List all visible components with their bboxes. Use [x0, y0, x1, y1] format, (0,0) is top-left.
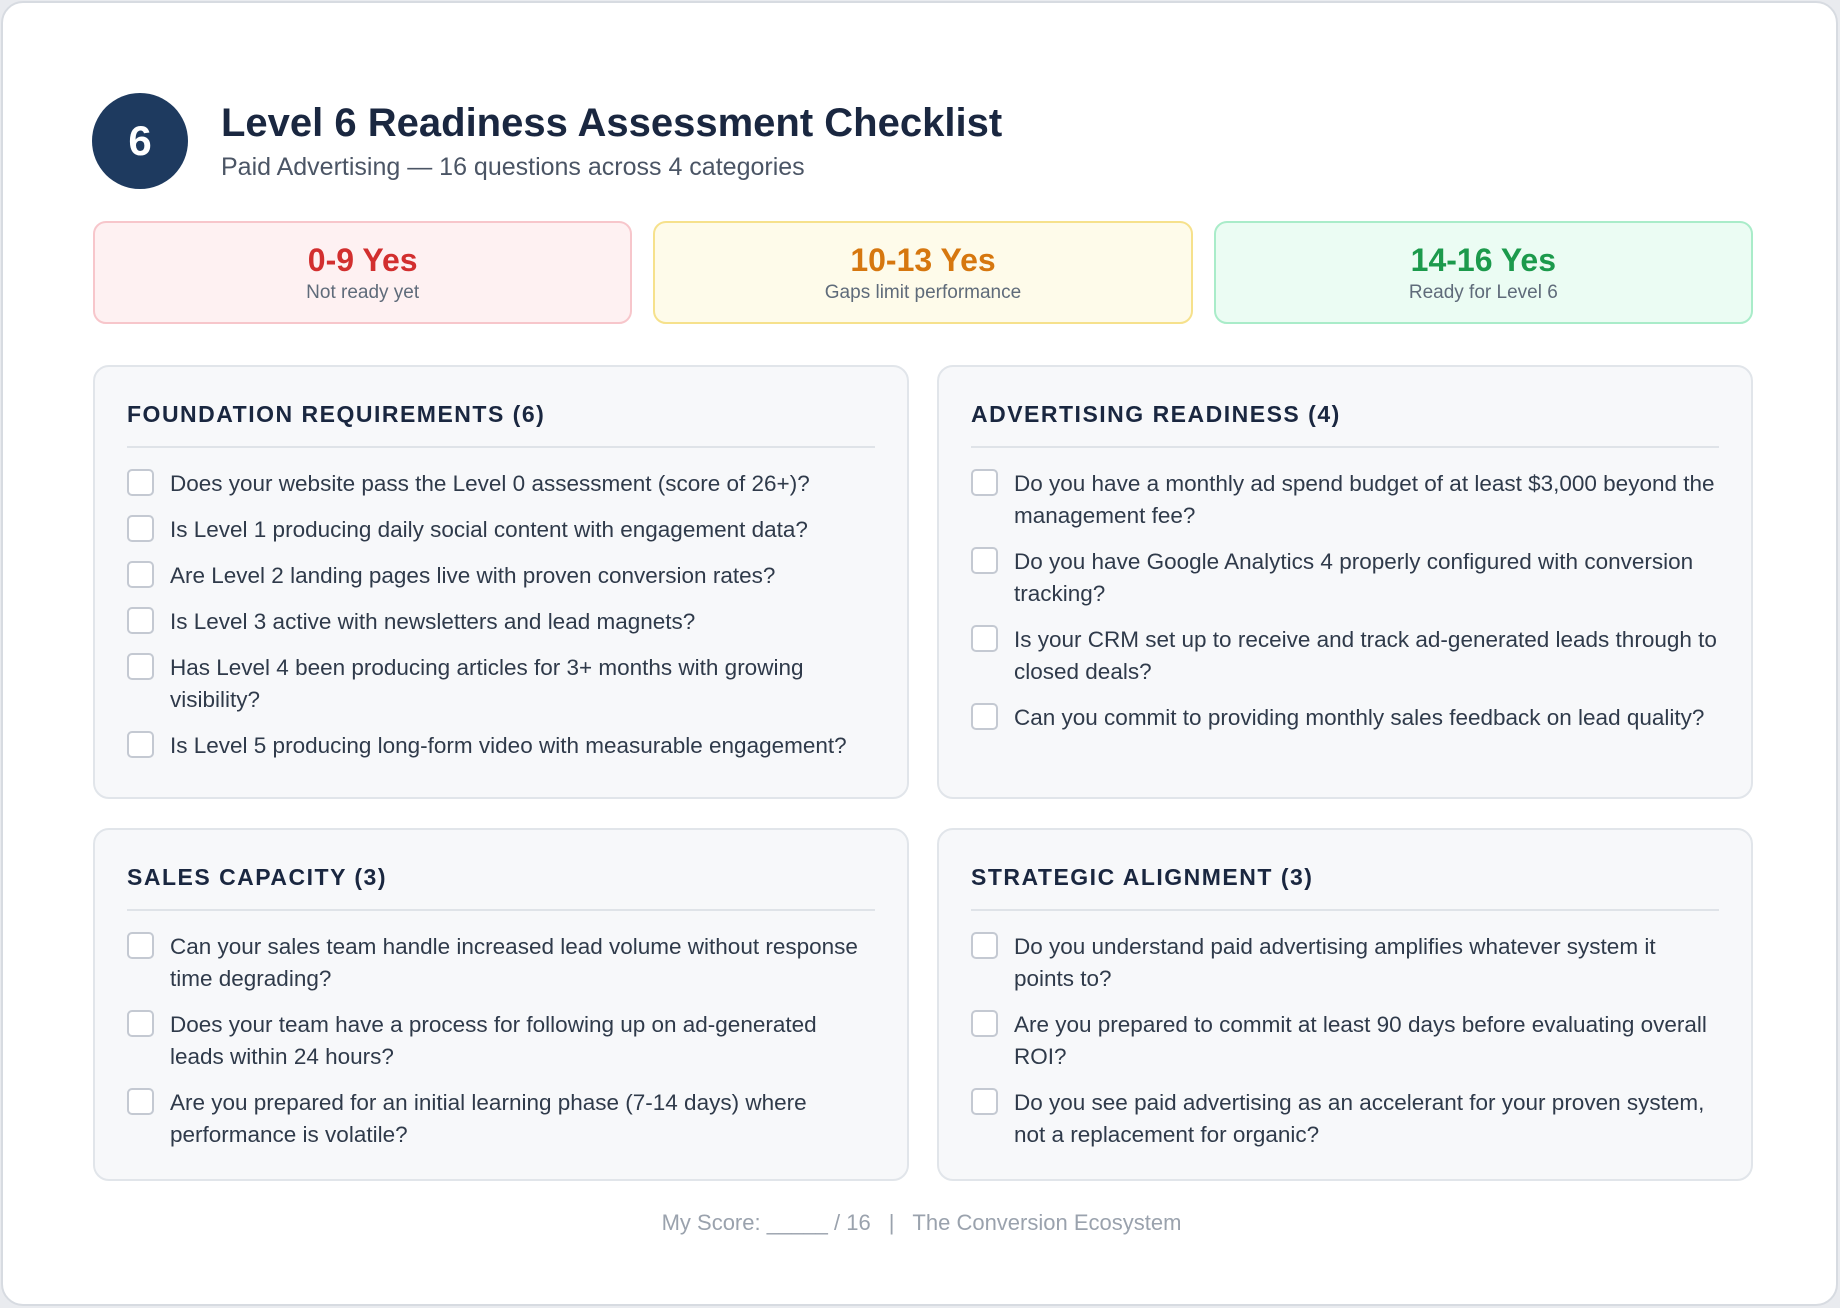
checkbox[interactable] [127, 1088, 154, 1115]
question-item: Can you commit to providing monthly sale… [971, 702, 1719, 734]
question-item: Is Level 5 producing long-form video wit… [127, 730, 875, 762]
question-list: Do you have a monthly ad spend budget of… [971, 468, 1719, 734]
question-item: Is Level 3 active with newsletters and l… [127, 606, 875, 638]
band-range: 10-13 Yes [850, 241, 996, 278]
checkbox[interactable] [971, 703, 998, 730]
question-text: Are you prepared for an initial learning… [170, 1090, 807, 1147]
band-range: 0-9 Yes [307, 241, 418, 278]
brand-name: The Conversion Ecosystem [912, 1210, 1182, 1235]
question-text: Do you see paid advertising as an accele… [1014, 1090, 1705, 1147]
checkbox[interactable] [127, 1010, 154, 1037]
footer-separator: | [888, 1210, 895, 1235]
checkbox[interactable] [127, 515, 154, 542]
header-titles: Level 6 Readiness Assessment Checklist P… [221, 100, 1002, 182]
question-item: Do you have Google Analytics 4 properly … [971, 546, 1719, 610]
question-text: Can your sales team handle increased lea… [170, 934, 858, 991]
question-item: Has Level 4 been producing articles for … [127, 652, 875, 716]
checkbox[interactable] [127, 653, 154, 680]
checkbox[interactable] [971, 469, 998, 496]
question-item: Is Level 1 producing daily social conten… [127, 514, 875, 546]
question-text: Is your CRM set up to receive and track … [1014, 627, 1717, 684]
question-text: Do you have Google Analytics 4 properly … [1014, 549, 1694, 606]
page-subtitle: Paid Advertising — 16 questions across 4… [221, 153, 805, 181]
question-item: Are you prepared to commit at least 90 d… [971, 1009, 1719, 1073]
checkbox[interactable] [127, 561, 154, 588]
question-text: Are you prepared to commit at least 90 d… [1014, 1012, 1707, 1069]
score-band-ready: 14-16 Yes Ready for Level 6 [1213, 221, 1753, 324]
checkbox[interactable] [127, 607, 154, 634]
question-item: Does your website pass the Level 0 asses… [127, 468, 875, 500]
question-item: Are you prepared for an initial learning… [127, 1087, 875, 1151]
band-description: Not ready yet [306, 281, 420, 303]
checkbox[interactable] [127, 932, 154, 959]
score-bands: 0-9 Yes Not ready yet 10-13 Yes Gaps lim… [93, 221, 1753, 324]
question-text: Are Level 2 landing pages live with prov… [170, 563, 776, 588]
category-advertising-readiness: ADVERTISING READINESS (4) Do you have a … [937, 365, 1753, 799]
checkbox[interactable] [971, 1010, 998, 1037]
checklist-page: 6 Level 6 Readiness Assessment Checklist… [1, 1, 1838, 1306]
category-title: SALES CAPACITY (3) [127, 862, 875, 911]
question-item: Do you understand paid advertising ampli… [971, 931, 1719, 995]
question-text: Is Level 3 active with newsletters and l… [170, 609, 696, 634]
question-text: Do you understand paid advertising ampli… [1014, 934, 1656, 991]
checkbox[interactable] [971, 547, 998, 574]
question-text: Can you commit to providing monthly sale… [1014, 705, 1705, 730]
question-text: Does your website pass the Level 0 asses… [170, 471, 810, 496]
question-text: Is Level 5 producing long-form video wit… [170, 733, 847, 758]
question-text: Does your team have a process for follow… [170, 1012, 817, 1069]
question-list: Do you understand paid advertising ampli… [971, 931, 1719, 1151]
score-band-gaps: 10-13 Yes Gaps limit performance [653, 221, 1193, 324]
question-text: Do you have a monthly ad spend budget of… [1014, 471, 1715, 528]
question-text: Has Level 4 been producing articles for … [170, 655, 804, 712]
score-band-not-ready: 0-9 Yes Not ready yet [93, 221, 633, 324]
score-line: My Score: _____ / 16 [661, 1210, 871, 1235]
category-title: STRATEGIC ALIGNMENT (3) [971, 862, 1719, 911]
category-sales-capacity: SALES CAPACITY (3) Can your sales team h… [93, 828, 909, 1181]
checkbox[interactable] [971, 625, 998, 652]
question-item: Do you have a monthly ad spend budget of… [971, 468, 1719, 532]
question-list: Can your sales team handle increased lea… [127, 931, 875, 1151]
band-description: Ready for Level 6 [1408, 281, 1558, 303]
question-item: Do you see paid advertising as an accele… [971, 1087, 1719, 1151]
checkbox[interactable] [971, 1088, 998, 1115]
question-list: Does your website pass the Level 0 asses… [127, 468, 875, 762]
category-title: FOUNDATION REQUIREMENTS (6) [127, 399, 875, 448]
question-item: Are Level 2 landing pages live with prov… [127, 560, 875, 592]
question-text: Is Level 1 producing daily social conten… [170, 517, 808, 542]
question-item: Is your CRM set up to receive and track … [971, 624, 1719, 688]
footer: My Score: _____ / 16 | The Conversion Ecos… [3, 1208, 1840, 1238]
question-item: Does your team have a process for follow… [127, 1009, 875, 1073]
checkbox[interactable] [971, 932, 998, 959]
level-badge: 6 [92, 93, 188, 189]
category-title: ADVERTISING READINESS (4) [971, 399, 1719, 448]
category-foundation-requirements: FOUNDATION REQUIREMENTS (6) Does your we… [93, 365, 909, 799]
band-description: Gaps limit performance [824, 281, 1022, 303]
question-item: Can your sales team handle increased lea… [127, 931, 875, 995]
page-title: Level 6 Readiness Assessment Checklist [221, 101, 1003, 145]
checkbox[interactable] [127, 731, 154, 758]
checkbox[interactable] [127, 469, 154, 496]
header: 6 Level 6 Readiness Assessment Checklist… [92, 92, 1002, 190]
band-range: 14-16 Yes [1410, 241, 1556, 278]
category-strategic-alignment: STRATEGIC ALIGNMENT (3) Do you understan… [937, 828, 1753, 1181]
